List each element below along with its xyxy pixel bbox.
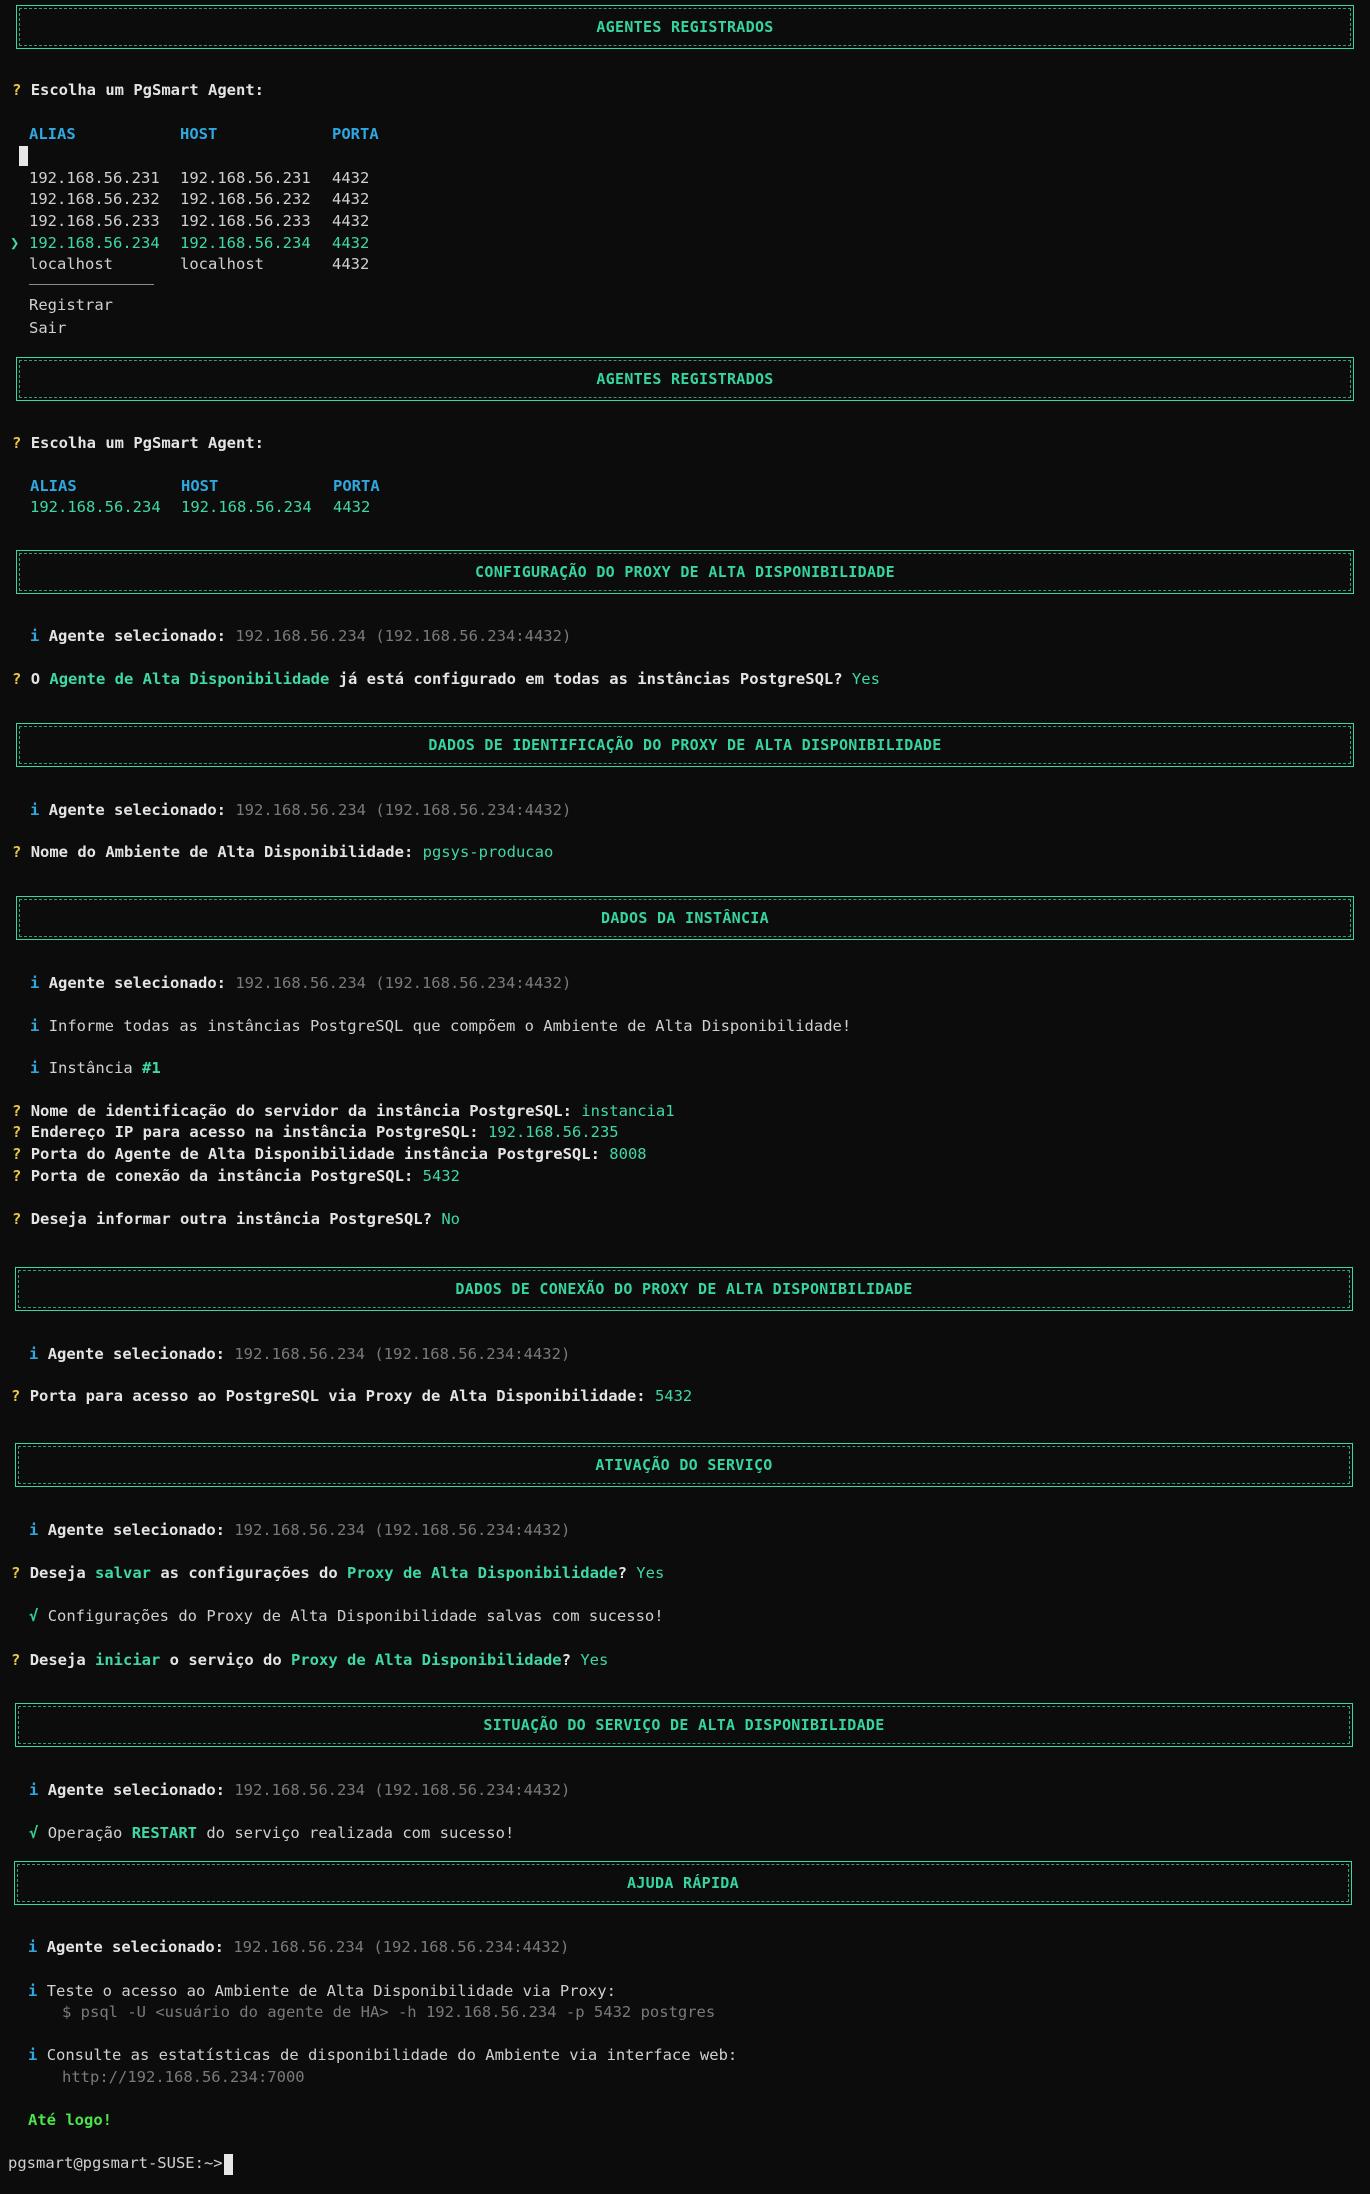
- col-header-alias: ALIAS: [29, 125, 76, 143]
- question-ambiente-name: ? Nome do Ambiente de Alta Disponibilida…: [12, 843, 554, 861]
- question-save-config: ? Deseja salvar as configurações do Prox…: [11, 1564, 665, 1582]
- cell-porta: 4432: [332, 255, 370, 273]
- header-dados-identificacao: DADOS DE IDENTIFICAÇÃO DO PROXY DE ALTA …: [16, 723, 1354, 767]
- selected-alias: 192.168.56.234: [30, 498, 161, 516]
- header-situacao: SITUAÇÃO DO SERVIÇO DE ALTA DISPONIBILID…: [15, 1703, 1353, 1747]
- success-config-saved: √ Configurações do Proxy de Alta Disponi…: [29, 1607, 664, 1625]
- info-agent-selected: i Agente selecionado: 192.168.56.234 (19…: [30, 974, 572, 992]
- info-agent-selected: i Agente selecionado: 192.168.56.234 (19…: [29, 1345, 571, 1363]
- info-instance-number: i Instância #1: [30, 1059, 161, 1077]
- info-agent-selected: i Agente selecionado: 192.168.56.234 (19…: [29, 1781, 571, 1799]
- cell-host: 192.168.56.234: [180, 234, 311, 252]
- question-agent-configured: ? O Agente de Alta Disponibilidade já es…: [12, 670, 880, 688]
- question-agent-port: ? Porta do Agente de Alta Disponibilidad…: [12, 1145, 647, 1163]
- header-ativacao: ATIVAÇÃO DO SERVIÇO: [15, 1443, 1353, 1487]
- selection-pointer-icon: ❯: [10, 234, 20, 252]
- col-header-host: HOST: [181, 477, 219, 495]
- cell-alias: 192.168.56.232: [29, 190, 160, 208]
- selected-host: 192.168.56.234: [181, 498, 312, 516]
- cell-host: 192.168.56.232: [180, 190, 311, 208]
- info-agent-selected: i Agente selecionado: 192.168.56.234 (19…: [30, 801, 572, 819]
- menu-item-registrar[interactable]: Registrar: [29, 295, 113, 315]
- stats-url: http://192.168.56.234:7000: [62, 2068, 305, 2086]
- header-agentes-registrados: AGENTES REGISTRADOS: [16, 5, 1354, 49]
- cell-porta: 4432: [332, 190, 370, 208]
- header-dados-instancia: DADOS DA INSTÂNCIA: [16, 896, 1354, 940]
- cell-porta: 4432: [332, 169, 370, 187]
- cell-host: localhost: [180, 255, 264, 273]
- header-dados-conexao: DADOS DE CONEXÃO DO PROXY DE ALTA DISPON…: [15, 1267, 1353, 1311]
- col-header-alias: ALIAS: [30, 477, 77, 495]
- question-proxy-port: ? Porta para acesso ao PostgreSQL via Pr…: [11, 1387, 693, 1405]
- terminal-window[interactable]: AGENTES REGISTRADOS ? Escolha um PgSmart…: [0, 0, 1370, 2194]
- question-start-service: ? Deseja iniciar o serviço do Proxy de A…: [11, 1651, 609, 1669]
- col-header-host: HOST: [180, 125, 218, 143]
- cell-alias: 192.168.56.233: [29, 212, 160, 230]
- cell-porta: 4432: [332, 212, 370, 230]
- cell-host: 192.168.56.231: [180, 169, 311, 187]
- menu-item-sair[interactable]: Sair: [29, 318, 66, 338]
- cell-alias: 192.168.56.234: [29, 234, 160, 252]
- question-connection-port: ? Porta de conexão da instância PostgreS…: [12, 1167, 460, 1185]
- prompt-choose-agent: ? Escolha um PgSmart Agent:: [12, 81, 264, 99]
- header-agentes-registrados-2: AGENTES REGISTRADOS: [16, 357, 1354, 401]
- shell-prompt[interactable]: pgsmart@pgsmart-SUSE:~>: [8, 2153, 232, 2173]
- list-cursor: [19, 146, 28, 166]
- info-agent-selected: i Agente selecionado: 192.168.56.234 (19…: [29, 1521, 571, 1539]
- info-agent-selected: i Agente selecionado: 192.168.56.234 (19…: [28, 1938, 570, 1956]
- col-header-porta: PORTA: [332, 125, 379, 143]
- shell-cursor: [224, 2154, 233, 2175]
- info-test-access: i Teste o acesso ao Ambiente de Alta Dis…: [28, 1982, 616, 2000]
- question-server-name: ? Nome de identificação do servidor da i…: [12, 1102, 675, 1120]
- question-another-instance: ? Deseja informar outra instância Postgr…: [12, 1210, 460, 1228]
- selected-porta: 4432: [333, 498, 371, 516]
- cell-alias: localhost: [29, 255, 113, 273]
- cell-host: 192.168.56.233: [180, 212, 311, 230]
- cell-porta: 4432: [332, 234, 370, 252]
- cell-alias: 192.168.56.231: [29, 169, 160, 187]
- info-stats-web: i Consulte as estatísticas de disponibil…: [28, 2046, 738, 2064]
- command-psql: $ psql -U <usuário do agente de HA> -h 1…: [62, 2003, 716, 2021]
- prompt-choose-agent-2: ? Escolha um PgSmart Agent:: [12, 434, 264, 452]
- col-header-porta: PORTA: [333, 477, 380, 495]
- question-ip-address: ? Endereço IP para acesso na instância P…: [12, 1123, 619, 1141]
- header-config-proxy: CONFIGURAÇÃO DO PROXY DE ALTA DISPONIBIL…: [16, 550, 1354, 594]
- header-ajuda-rapida: AJUDA RÁPIDA: [14, 1861, 1352, 1905]
- list-separator: [29, 284, 154, 285]
- goodbye-message: Até logo!: [28, 2111, 112, 2129]
- info-inform-instances: i Informe todas as instâncias PostgreSQL…: [30, 1017, 852, 1035]
- info-agent-selected: i Agente selecionado: 192.168.56.234 (19…: [30, 627, 572, 645]
- success-restart: √ Operação RESTART do serviço realizada …: [29, 1824, 515, 1842]
